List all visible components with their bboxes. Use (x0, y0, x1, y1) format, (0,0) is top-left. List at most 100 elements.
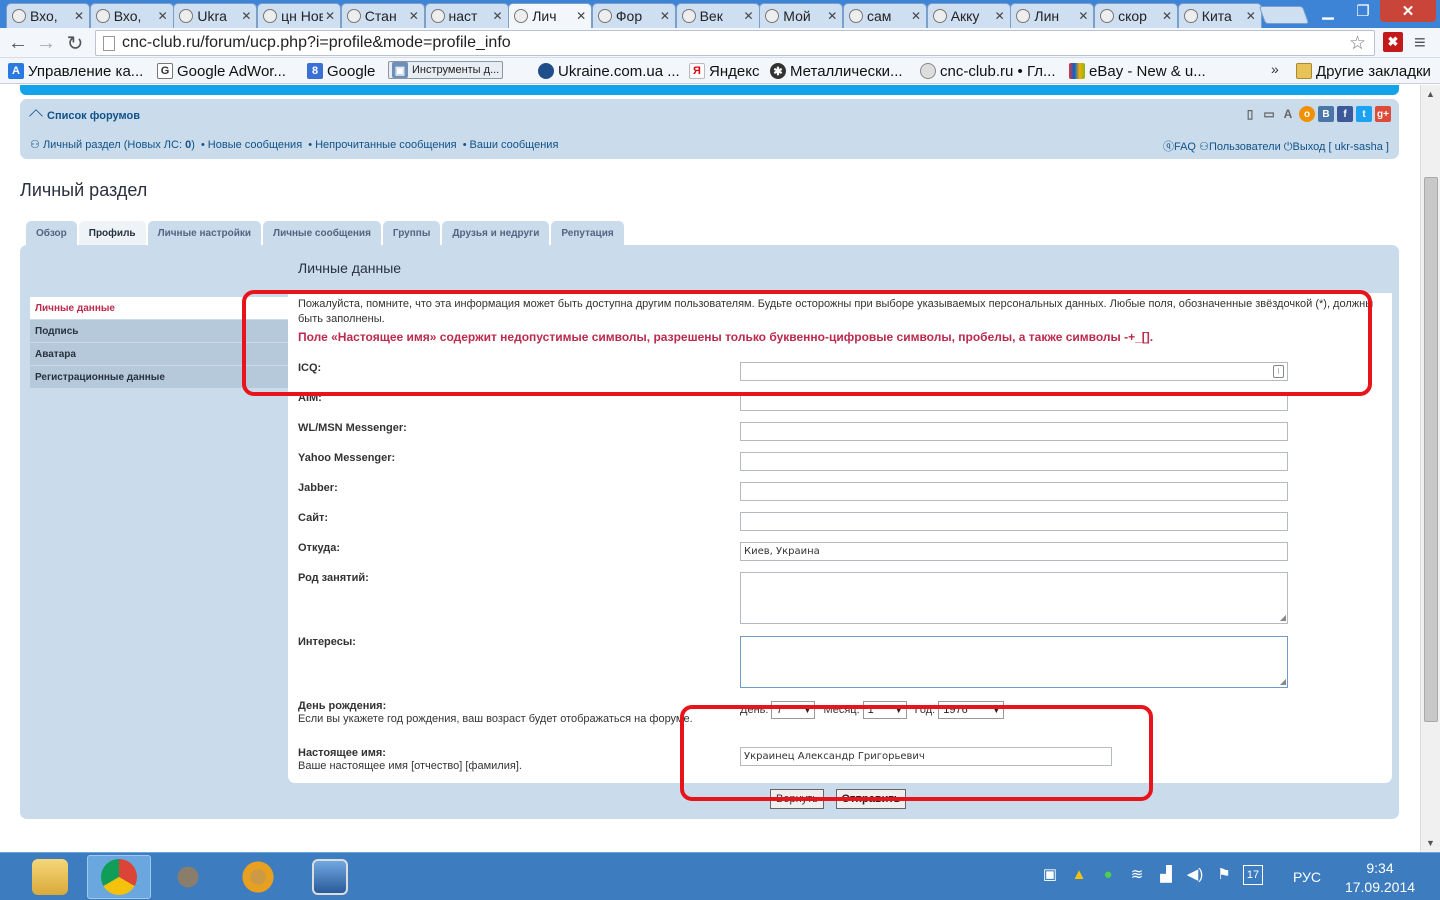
network-icon[interactable]: ≋ (1127, 865, 1147, 885)
bookmark-item[interactable]: eBay - New & u... (1069, 61, 1206, 81)
tab-groups[interactable]: Группы (382, 221, 441, 245)
close-tab-icon[interactable]: ✕ (1162, 9, 1172, 23)
private-section-link[interactable]: Личный раздел (Новых ЛС: 0) (43, 139, 195, 151)
close-tab-icon[interactable]: ✕ (74, 9, 84, 23)
subnav-signature[interactable]: Подпись (30, 320, 288, 342)
other-bookmarks-folder[interactable]: Другие закладки (1296, 61, 1431, 81)
msn-field[interactable] (740, 422, 1288, 441)
flag-icon[interactable]: ⚑ (1214, 865, 1234, 885)
yahoo-field[interactable] (740, 452, 1288, 471)
google-drive-icon[interactable]: ▲ (1069, 865, 1089, 885)
bookmark-item[interactable]: G Google AdWor... (157, 61, 286, 81)
reload-icon[interactable]: ↻ (63, 31, 87, 55)
browser-tab[interactable]: Лин ✕ (1010, 3, 1095, 28)
close-tab-icon[interactable]: ✕ (576, 9, 586, 23)
tab-private-messages[interactable]: Личные сообщения (263, 221, 381, 245)
font-size-icon[interactable]: A (1280, 106, 1296, 122)
extension-icon[interactable]: ✖ (1383, 32, 1403, 52)
reset-button[interactable]: Вернуть (770, 789, 824, 809)
browser-tab[interactable]: Акку ✕ (926, 3, 1011, 28)
close-tab-icon[interactable]: ✕ (660, 9, 670, 23)
minimize-button[interactable]: ▁ (1310, 0, 1346, 22)
browser-tab[interactable]: сам ✕ (843, 3, 927, 28)
browser-tab[interactable]: Лич ✕ (508, 3, 593, 28)
realname-field[interactable]: Украинец Александр Григорьевич (740, 747, 1112, 766)
maximize-button[interactable]: ❐ (1346, 0, 1380, 22)
bookmark-item[interactable]: 8 Google (307, 61, 375, 81)
twitter-icon[interactable]: t (1356, 106, 1372, 122)
browser-tab[interactable]: Мой ✕ (759, 3, 844, 28)
resize-grip-icon[interactable]: ◢ (1280, 613, 1286, 622)
browser-tab[interactable]: Фор ✕ (591, 3, 676, 28)
jabber-field[interactable] (740, 482, 1288, 501)
close-tab-icon[interactable]: ✕ (995, 9, 1005, 23)
year-select[interactable]: 1976 ▼ (938, 701, 1005, 719)
remote-desktop-icon[interactable] (298, 855, 362, 899)
bookmark-item[interactable]: A Управление ка... (8, 61, 143, 81)
back-arrow-icon[interactable]: ← (6, 31, 30, 55)
close-tab-icon[interactable]: ✕ (744, 9, 754, 23)
close-tab-icon[interactable]: ✕ (1246, 9, 1256, 23)
close-tab-icon[interactable]: ✕ (409, 9, 419, 23)
browser-tab[interactable]: скор ✕ (1094, 3, 1179, 28)
aim-field[interactable] (740, 392, 1288, 411)
browser-tab[interactable]: цн Нов ✕ (257, 3, 342, 28)
chrome-menu-icon[interactable]: ≡ (1414, 32, 1426, 55)
browser-tab[interactable]: наст ✕ (424, 3, 509, 28)
interests-field[interactable]: ◢ (740, 636, 1288, 688)
odnoklassniki-icon[interactable]: о (1299, 106, 1315, 122)
tab-friends-foes[interactable]: Друзья и недруги (442, 221, 550, 245)
signal-icon[interactable]: ▟ (1156, 865, 1176, 885)
subnav-avatar[interactable]: Аватара (30, 343, 288, 365)
close-tab-icon[interactable]: ✕ (827, 9, 837, 23)
tab-reputation[interactable]: Репутация (551, 221, 624, 245)
bookmark-star-icon[interactable]: ☆ (1349, 32, 1366, 55)
bookmarks-overflow-button[interactable]: » (1271, 61, 1279, 77)
language-indicator[interactable]: РУС (1293, 869, 1321, 885)
browser-tab[interactable]: Стан ✕ (340, 3, 425, 28)
image-icon[interactable]: ▭ (1261, 106, 1277, 122)
month-select[interactable]: 1 ▼ (862, 701, 907, 719)
forum-index-link[interactable]: Список форумов (29, 109, 140, 123)
close-tab-icon[interactable]: ✕ (241, 9, 251, 23)
location-field[interactable]: Киев, Украина (740, 542, 1288, 561)
googleplus-icon[interactable]: g+ (1375, 106, 1391, 122)
close-tab-icon[interactable]: ✕ (325, 9, 335, 23)
vkontakte-icon[interactable]: B (1318, 106, 1334, 122)
browser-tab[interactable]: Век ✕ (675, 3, 760, 28)
volume-icon[interactable]: ◀) (1185, 865, 1205, 885)
new-tab-button[interactable] (1258, 6, 1310, 24)
bookmark-item[interactable]: ✱ Металлически... (770, 61, 903, 81)
media-player-icon[interactable] (226, 855, 290, 899)
calendar-icon[interactable]: 17 (1243, 865, 1263, 885)
close-tab-icon[interactable]: ✕ (1078, 9, 1088, 23)
submit-button[interactable]: Отправить (836, 789, 906, 809)
browser-tab[interactable]: Вхо, ✕ (6, 3, 90, 28)
close-tab-icon[interactable]: ✕ (158, 9, 168, 23)
new-posts-link[interactable]: Новые сообщения (208, 139, 302, 151)
close-window-button[interactable]: ✕ (1380, 0, 1436, 22)
file-explorer-icon[interactable] (18, 855, 82, 899)
occupation-field[interactable]: ◢ (740, 572, 1288, 624)
unread-posts-link[interactable]: Непрочитанные сообщения (315, 139, 457, 151)
faq-link[interactable]: FAQ (1174, 141, 1196, 153)
browser-tab[interactable]: Кита ✕ (1177, 3, 1262, 28)
address-bar[interactable]: cnc-club.ru/forum/ucp.php?i=profile&mode… (95, 30, 1375, 56)
scrollbar-thumb[interactable] (1424, 177, 1438, 722)
bookmark-item[interactable]: Ukraine.com.ua ... (538, 61, 680, 81)
your-posts-link[interactable]: Ваши сообщения (470, 139, 559, 151)
gimp-icon[interactable] (156, 855, 220, 899)
facebook-icon[interactable]: f (1337, 106, 1353, 122)
scroll-down-icon[interactable]: ▼ (1426, 838, 1435, 848)
bookmark-item[interactable]: ▣ Инструменты д... (388, 61, 504, 79)
forward-arrow-icon[interactable]: → (34, 31, 58, 55)
scroll-up-icon[interactable]: ▲ (1426, 89, 1435, 99)
logout-link[interactable]: Выход [ ukr-sasha ] (1293, 141, 1390, 153)
day-select[interactable]: 7 ▼ (771, 701, 816, 719)
website-field[interactable] (740, 512, 1288, 531)
browser-tab[interactable]: Ukra ✕ (173, 3, 258, 28)
icq-field[interactable]: ⁝ (740, 362, 1288, 381)
bookmark-item[interactable]: Я Яндекс (689, 61, 759, 81)
users-link[interactable]: Пользователи (1209, 141, 1281, 153)
mobile-icon[interactable]: ▯ (1242, 106, 1258, 122)
